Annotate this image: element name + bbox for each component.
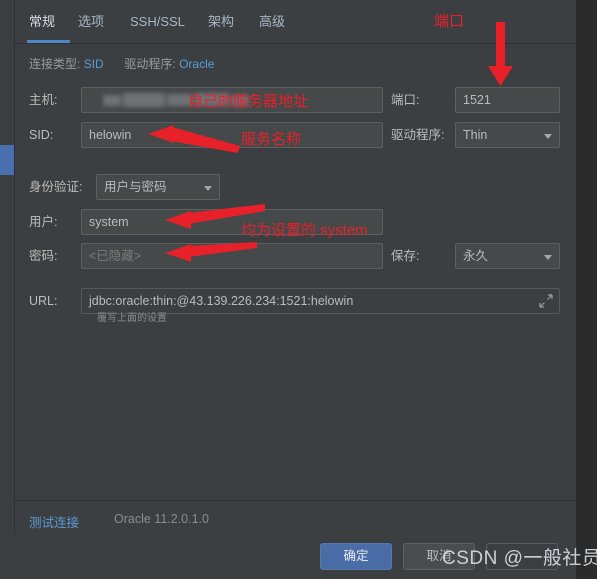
summary-conn-type-label: 连接类型: xyxy=(29,57,81,71)
save-select[interactable]: 永久 xyxy=(455,243,560,269)
window-right-gutter xyxy=(576,0,597,579)
connection-settings-dialog: 常规 选项 SSH/SSL 架构 高级 连接类型: SID 驱动程序: Orac… xyxy=(0,0,597,579)
auth-select-value: 用户与密码 xyxy=(104,180,167,194)
tab-ssh-ssl[interactable]: SSH/SSL xyxy=(130,12,185,32)
summary-conn-type-value: SID xyxy=(83,57,104,71)
tab-general[interactable]: 常规 xyxy=(29,12,55,32)
db-version-text: Oracle 11.2.0.1.0 xyxy=(114,512,209,526)
annotation-arrow-user xyxy=(165,204,265,229)
tab-schema[interactable]: 架构 xyxy=(208,12,234,32)
cancel-button[interactable]: 取消 xyxy=(403,543,475,570)
annotation-host: 自己的服务器地址 xyxy=(188,93,309,110)
driver-label: 驱动程序: xyxy=(391,128,445,142)
port-label: 端口: xyxy=(391,93,420,107)
summary-driver-value: Oracle xyxy=(179,57,215,71)
chevron-down-icon xyxy=(544,255,552,260)
driver-select[interactable]: Thin xyxy=(455,122,560,148)
tab-options[interactable]: 选项 xyxy=(78,12,104,32)
panel-footer-divider xyxy=(15,500,576,501)
ok-button[interactable]: 确定 xyxy=(320,543,392,570)
tab-advanced[interactable]: 高级 xyxy=(259,12,285,32)
save-label: 保存: xyxy=(391,249,420,263)
summary-driver-label: 驱动程序: xyxy=(124,57,176,71)
chevron-down-icon xyxy=(544,134,552,139)
dialog-button-bar: 确定 取消 xyxy=(0,534,576,579)
expand-icon[interactable] xyxy=(539,294,553,308)
annotation-port-title: 端口 xyxy=(434,13,465,30)
driver-select-value: Thin xyxy=(463,128,488,142)
third-button[interactable] xyxy=(486,543,558,570)
test-connection-link[interactable]: 测试连接 xyxy=(29,512,79,531)
url-label: URL: xyxy=(29,294,58,308)
annotation-arrow-port xyxy=(488,22,513,86)
auth-select[interactable]: 用户与密码 xyxy=(96,174,220,200)
window-left-gutter xyxy=(0,0,14,534)
annotation-arrow-sid xyxy=(148,125,240,153)
annotation-arrow-password xyxy=(165,242,257,262)
host-label: 主机: xyxy=(29,93,58,107)
auth-label: 身份验证: xyxy=(29,180,83,194)
sid-label: SID: xyxy=(29,128,54,142)
url-hint: 覆写上面的设置 xyxy=(97,313,167,324)
password-label: 密码: xyxy=(29,249,58,263)
connection-summary: 连接类型: SID 驱动程序: Oracle xyxy=(29,55,214,72)
user-label: 用户: xyxy=(29,215,58,229)
connection-list-selection-indicator[interactable] xyxy=(0,145,14,175)
port-input[interactable]: 1521 xyxy=(455,87,560,113)
save-select-value: 永久 xyxy=(463,249,489,263)
url-value: jdbc:oracle:thin:@43.139.226.234:1521:he… xyxy=(89,294,354,308)
chevron-down-icon xyxy=(204,186,212,191)
annotation-sid: 服务名称 xyxy=(241,131,302,148)
